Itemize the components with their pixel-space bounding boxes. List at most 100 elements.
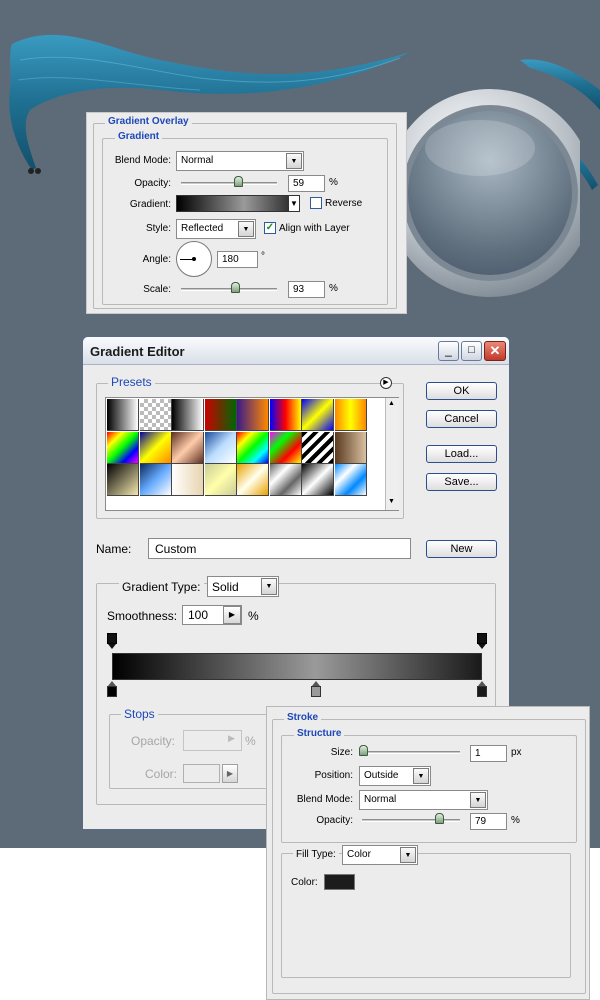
scale-slider-thumb[interactable] xyxy=(230,282,240,293)
angle-dial-center xyxy=(192,257,196,261)
color-stop-marker[interactable] xyxy=(477,686,487,697)
chevron-up-icon[interactable]: ▲ xyxy=(388,400,395,407)
cancel-button[interactable]: Cancel xyxy=(426,410,497,428)
scale-unit: % xyxy=(329,283,338,294)
size-unit: px xyxy=(511,747,522,758)
preset-swatch[interactable] xyxy=(237,399,269,431)
angle-dial[interactable] xyxy=(176,241,212,277)
presets-grid: ▲ ▼ xyxy=(105,397,399,511)
preset-swatch[interactable] xyxy=(204,464,237,496)
preset-swatch[interactable] xyxy=(269,399,302,431)
stop-color-swatch[interactable] xyxy=(183,764,220,783)
preset-swatch[interactable] xyxy=(237,464,269,496)
preset-swatch[interactable] xyxy=(204,431,237,464)
opacity-stop-marker[interactable] xyxy=(477,633,487,644)
size-slider-track[interactable] xyxy=(362,751,460,754)
chevron-down-icon[interactable]: ▼ xyxy=(388,498,395,505)
reverse-checkbox[interactable] xyxy=(310,197,322,209)
gradient-overlay-panel: Gradient Overlay Gradient Blend Mode: No… xyxy=(86,112,407,314)
preset-swatch[interactable] xyxy=(269,431,302,464)
stroke-opacity-slider-track[interactable] xyxy=(362,819,460,822)
align-with-layer-label: Align with Layer xyxy=(279,223,350,234)
preset-swatch[interactable] xyxy=(107,431,139,464)
presets-scrollbar[interactable]: ▲ ▼ xyxy=(385,398,399,510)
minimize-icon[interactable]: _ xyxy=(438,341,459,361)
opacity-stop-pointer xyxy=(108,644,116,649)
ok-button[interactable]: OK xyxy=(426,382,497,400)
preset-swatch[interactable] xyxy=(107,399,139,431)
metal-ring-button xyxy=(386,89,580,297)
preset-swatch[interactable] xyxy=(204,399,237,431)
preset-swatch[interactable] xyxy=(269,464,302,496)
opacity-input[interactable]: 59 xyxy=(288,175,325,192)
fill-color-swatch[interactable] xyxy=(324,874,355,890)
gradient-bar[interactable] xyxy=(112,653,482,680)
smoothness-unit: % xyxy=(248,609,259,623)
color-stop-marker[interactable] xyxy=(107,686,117,697)
stop-color-label: Color: xyxy=(145,767,178,781)
preset-swatch[interactable] xyxy=(237,431,269,464)
gradient-preview[interactable] xyxy=(176,195,300,212)
preset-swatch[interactable] xyxy=(302,431,334,464)
preset-swatch[interactable] xyxy=(172,399,204,431)
fill-type-group xyxy=(281,853,571,978)
chevron-down-icon: ▼ xyxy=(238,221,254,237)
title-bar: Gradient Editor _ □ ✕ xyxy=(83,337,509,365)
position-select[interactable]: Outside ▼ xyxy=(359,766,431,786)
opacity-stop-marker[interactable] xyxy=(107,633,117,644)
load-button[interactable]: Load... xyxy=(426,445,497,463)
preset-swatch[interactable] xyxy=(107,464,139,496)
preset-swatch[interactable] xyxy=(139,464,172,496)
triangle-right-icon[interactable]: ▶ xyxy=(222,764,238,783)
preset-swatch[interactable] xyxy=(302,399,334,431)
stroke-opacity-label: Opacity: xyxy=(316,815,353,826)
preset-swatch[interactable] xyxy=(334,399,367,431)
preset-swatch[interactable] xyxy=(334,431,367,464)
stops-label: Stops xyxy=(121,707,158,721)
triangle-right-icon[interactable]: ▶ xyxy=(223,606,241,624)
gradient-type-value: Solid xyxy=(212,580,239,594)
triangle-right-icon: ▶ xyxy=(228,733,235,743)
stroke-opacity-slider-thumb[interactable] xyxy=(435,813,445,824)
preset-swatch[interactable] xyxy=(302,464,334,496)
save-button[interactable]: Save... xyxy=(426,473,497,491)
new-button[interactable]: New xyxy=(426,540,497,558)
gradient-type-select[interactable]: Solid ▼ xyxy=(207,576,279,597)
stroke-blend-mode-select[interactable]: Normal ▼ xyxy=(359,790,488,810)
fill-color-label: Color: xyxy=(291,877,318,888)
scale-input[interactable]: 93 xyxy=(288,281,325,298)
scale-slider-track[interactable] xyxy=(181,288,277,291)
name-label: Name: xyxy=(96,542,132,556)
stroke-opacity-unit: % xyxy=(511,815,520,826)
gradient-type-label: Gradient Type: xyxy=(119,580,204,594)
triangle-right-icon[interactable]: ▶ xyxy=(380,377,392,389)
preset-swatch[interactable] xyxy=(139,399,172,431)
chevron-down-icon[interactable]: ▼ xyxy=(288,195,300,212)
color-stops-row xyxy=(107,681,487,699)
opacity-stops-row xyxy=(107,633,487,651)
align-with-layer-checkbox[interactable]: ✓ xyxy=(264,222,276,234)
blend-mode-select[interactable]: Normal ▼ xyxy=(176,151,304,171)
reverse-label: Reverse xyxy=(325,198,363,209)
opacity-label: Opacity: xyxy=(134,178,171,189)
stroke-opacity-input[interactable]: 79 xyxy=(470,813,507,830)
preset-swatch[interactable] xyxy=(139,431,172,464)
preset-swatch[interactable] xyxy=(334,464,367,496)
opacity-slider-track[interactable] xyxy=(181,182,277,185)
size-input[interactable]: 1 xyxy=(470,745,507,762)
size-slider-thumb[interactable] xyxy=(358,745,368,756)
preset-swatch[interactable] xyxy=(172,431,204,464)
name-input[interactable]: Custom xyxy=(148,538,411,559)
structure-title: Structure xyxy=(294,728,345,739)
style-select[interactable]: Reflected ▼ xyxy=(176,219,256,239)
angle-input[interactable]: 180 xyxy=(217,251,258,268)
blend-mode-value: Normal xyxy=(181,155,214,166)
maximize-icon[interactable]: □ xyxy=(461,341,482,361)
color-stop-marker[interactable] xyxy=(310,686,321,697)
opacity-stop-pointer xyxy=(478,644,486,649)
close-icon[interactable]: ✕ xyxy=(484,341,506,361)
opacity-slider-thumb[interactable] xyxy=(233,176,243,187)
size-label: Size: xyxy=(330,747,353,758)
preset-swatch[interactable] xyxy=(172,464,204,496)
fill-type-select[interactable]: Color ▼ xyxy=(342,845,418,865)
